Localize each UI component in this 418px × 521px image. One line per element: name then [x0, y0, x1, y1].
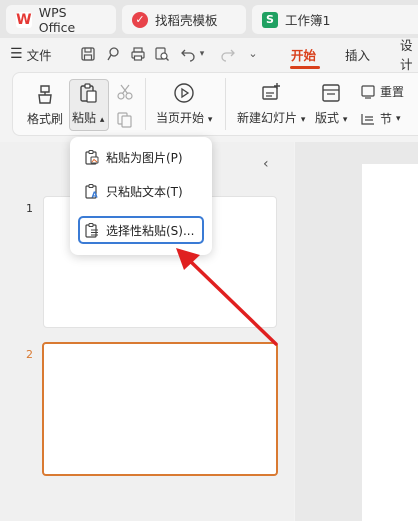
section-icon: [361, 113, 374, 125]
chevron-down-icon: ▾: [207, 115, 213, 125]
section-label: 节: [380, 112, 393, 126]
tab-workbook[interactable]: S 工作簿1: [252, 5, 418, 34]
hamburger-icon: ☰: [10, 46, 23, 62]
paste-text-only-label: 只粘贴文本(T): [106, 184, 183, 199]
paste-as-picture-item[interactable]: 粘贴为图片(P): [80, 143, 204, 171]
wps-logo-icon: W: [16, 11, 32, 28]
tab-design-label: 设计: [400, 38, 413, 72]
menu-bar: ☰ 文件 ▾ ⌄ 开始 插入 设计: [0, 38, 418, 72]
copy-icon[interactable]: [116, 111, 134, 129]
new-slide-icon: [262, 83, 281, 100]
paste-as-picture-label: 粘贴为图片(P): [106, 150, 183, 165]
tab-bar: W WPS Office ✓ 找稻壳模板 S 工作簿1: [0, 0, 418, 38]
paste-icon: [80, 83, 97, 103]
tab-insert-label: 插入: [345, 47, 371, 63]
print-preview-icon[interactable]: [154, 46, 170, 62]
paste-label: 粘贴: [72, 111, 97, 125]
paste-text-only-item[interactable]: A 只粘贴文本(T): [80, 177, 204, 205]
cut-icon[interactable]: [116, 83, 134, 101]
reset-button[interactable]: 重置: [360, 83, 404, 100]
reset-icon: [361, 84, 375, 99]
new-slide-button[interactable]: 新建幻灯片 ▾: [237, 82, 305, 126]
ribbon-divider: [225, 78, 226, 130]
active-tab-indicator: [290, 66, 320, 69]
paste-special-label: 选择性粘贴(S)...: [106, 223, 195, 238]
ribbon-divider: [145, 78, 146, 130]
chevron-down-icon: ▾: [342, 115, 348, 125]
export-icon[interactable]: [105, 46, 121, 62]
section-button[interactable]: 节 ▾: [360, 110, 401, 127]
tab-label: WPS Office: [38, 4, 76, 35]
paste-picture-icon: [85, 150, 99, 165]
redo-icon[interactable]: [220, 46, 236, 62]
layout-label: 版式: [315, 111, 340, 125]
tab-template[interactable]: ✓ 找稻壳模板: [122, 5, 246, 34]
play-from-current-label: 当页开始: [156, 111, 205, 125]
spreadsheet-logo-icon: S: [262, 11, 278, 28]
paste-options-menu: 粘贴为图片(P) A 只粘贴文本(T) 选择性粘贴(S)...: [70, 137, 212, 255]
tab-wps-office[interactable]: W WPS Office: [6, 4, 116, 35]
format-brush-icon: [38, 85, 52, 104]
new-slide-label: 新建幻灯片: [237, 111, 298, 125]
layout-icon: [322, 84, 340, 102]
paste-chevron-up-icon: ▴: [99, 115, 105, 125]
paste-text-icon: A: [85, 184, 99, 200]
tab-label: 工作簿1: [285, 13, 331, 28]
slide-number: 2: [26, 348, 33, 361]
format-brush-button[interactable]: 格式刷: [27, 83, 63, 127]
chevron-down-icon: ▾: [396, 113, 401, 124]
docer-logo-icon: ✓: [132, 11, 148, 28]
chevron-down-icon: ▾: [300, 115, 306, 125]
play-icon: [174, 83, 194, 103]
undo-icon[interactable]: [180, 46, 196, 62]
play-from-current-button[interactable]: 当页开始 ▾: [156, 82, 212, 126]
file-menu[interactable]: ☰ 文件: [10, 38, 52, 70]
paste-special-icon: [85, 223, 98, 238]
slide-number: 1: [26, 202, 33, 215]
print-icon[interactable]: [130, 46, 146, 62]
paste-special-item[interactable]: 选择性粘贴(S)...: [78, 216, 204, 244]
undo-dropdown-icon[interactable]: ▾: [197, 46, 207, 62]
reset-label: 重置: [380, 85, 405, 99]
format-brush-label: 格式刷: [27, 112, 64, 126]
tab-insert[interactable]: 插入: [345, 38, 370, 70]
paste-button[interactable]: 粘贴 ▴: [72, 82, 104, 126]
svg-text:A: A: [92, 191, 99, 200]
save-icon[interactable]: [80, 46, 96, 62]
tab-design[interactable]: 设计: [400, 38, 418, 72]
slide-thumbnail-2[interactable]: [42, 342, 278, 476]
slide-canvas[interactable]: [362, 164, 418, 521]
layout-button[interactable]: 版式 ▾: [315, 82, 347, 126]
more-dropdown-icon[interactable]: ⌄: [245, 46, 261, 62]
tab-label: 找稻壳模板: [155, 13, 218, 28]
tab-start-label: 开始: [291, 47, 317, 63]
collapse-panel-icon[interactable]: ‹: [263, 156, 269, 172]
file-menu-label: 文件: [26, 47, 52, 63]
